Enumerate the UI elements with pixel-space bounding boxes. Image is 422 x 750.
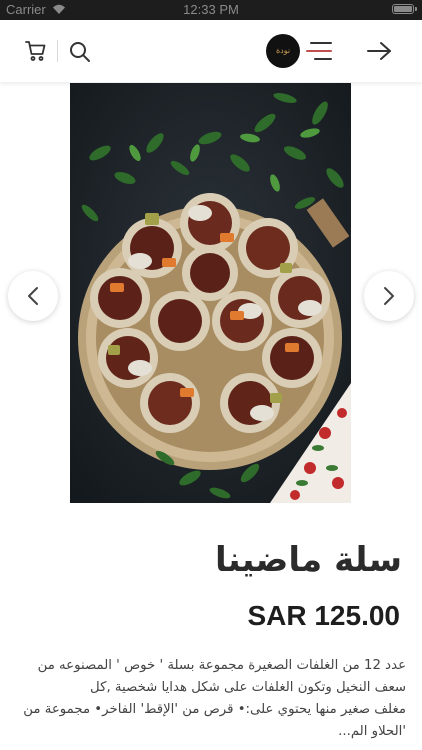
cart-button[interactable] — [22, 37, 50, 65]
carousel-prev-button[interactable] — [8, 271, 58, 321]
top-nav-bar: نودة — [0, 20, 422, 82]
search-icon — [70, 42, 90, 62]
carousel-next-button[interactable] — [364, 271, 414, 321]
back-button[interactable] — [364, 37, 394, 65]
product-title: سلة ماضينا — [215, 540, 402, 580]
status-time: 12:33 PM — [183, 2, 239, 17]
gift-basket-photo — [70, 83, 351, 503]
product-description: عدد 12 من الغلفات الصغيرة مجموعة بسلة ' … — [22, 655, 406, 743]
chevron-left-icon — [28, 287, 38, 305]
search-button[interactable] — [66, 38, 94, 66]
header-divider — [57, 40, 58, 62]
description-line: مغلف صغير منها يحتوي على:• قرص من 'الإقط… — [23, 702, 406, 717]
menu-icon — [306, 42, 332, 60]
chevron-right-icon — [384, 287, 394, 305]
description-line: سعف النخيل وتكون الغلفات على شكل هدايا ش… — [90, 680, 406, 695]
status-bar: Carrier 12:33 PM — [0, 0, 422, 20]
logo-text: نودة — [275, 46, 291, 55]
description-line: 'الحلاو الم... — [338, 724, 406, 739]
menu-button[interactable] — [304, 38, 334, 64]
cart-icon — [25, 41, 46, 61]
product-image — [70, 83, 351, 503]
arrow-right-icon — [367, 42, 391, 60]
battery-icon — [392, 4, 417, 14]
description-line: عدد 12 من الغلفات الصغيرة مجموعة بسلة ' … — [37, 658, 406, 673]
product-price: SAR 125.00 — [247, 600, 400, 631]
brand-logo[interactable]: نودة — [266, 34, 300, 68]
